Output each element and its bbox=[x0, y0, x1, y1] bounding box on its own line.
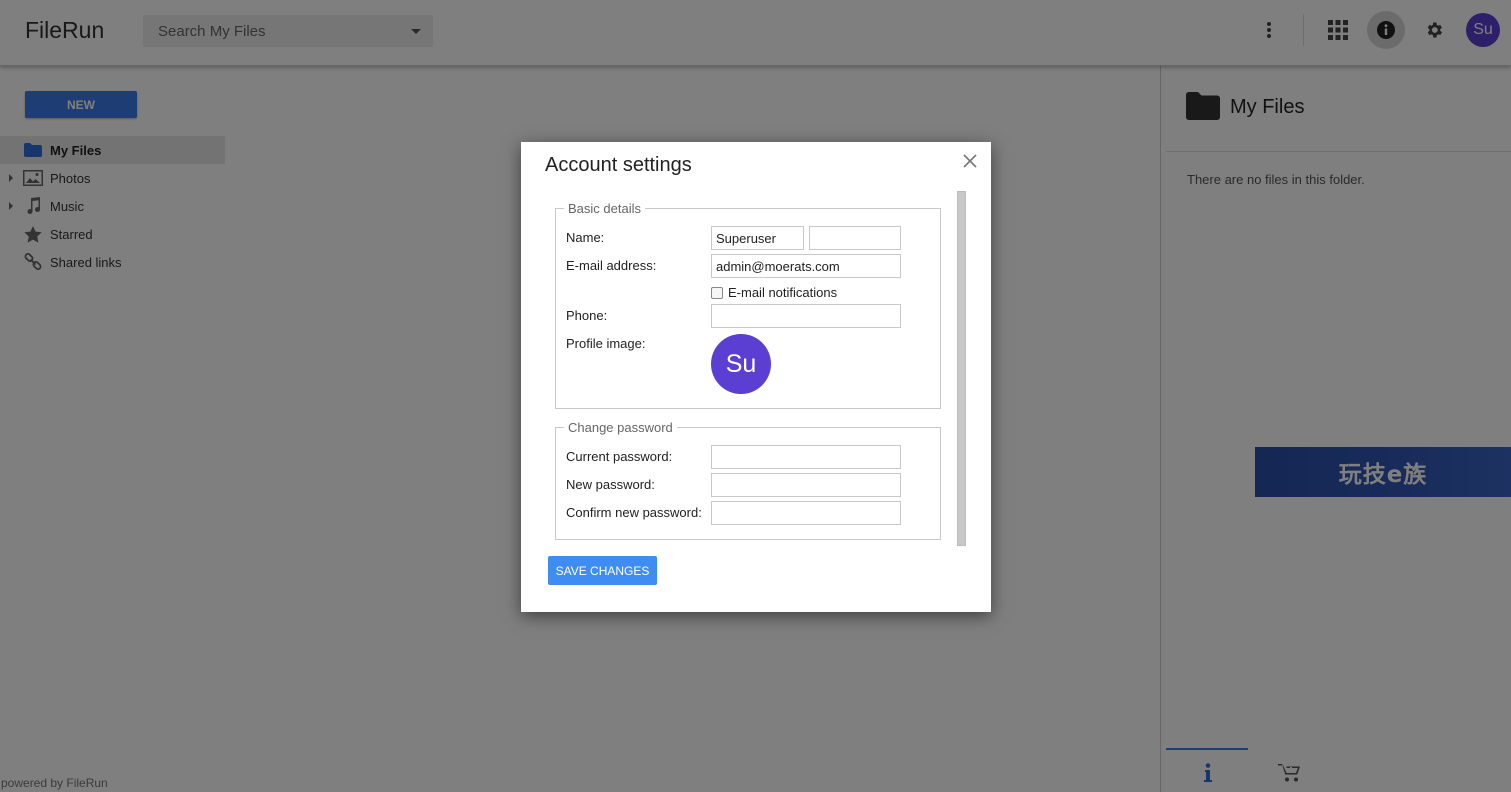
new-password-field[interactable] bbox=[711, 473, 901, 497]
email-field[interactable] bbox=[711, 254, 901, 278]
current-password-label: Current password: bbox=[566, 449, 673, 464]
email-notifications-checkbox[interactable] bbox=[711, 287, 723, 299]
email-label: E-mail address: bbox=[566, 258, 657, 273]
email-notifications-label[interactable]: E-mail notifications bbox=[728, 285, 837, 300]
confirm-password-field[interactable] bbox=[711, 501, 901, 525]
account-settings-dialog: Account settings Basic details Name: E-m… bbox=[521, 142, 991, 612]
new-password-label: New password: bbox=[566, 477, 655, 492]
basic-details-legend: Basic details bbox=[568, 201, 641, 216]
phone-label: Phone: bbox=[566, 308, 608, 323]
profile-image-avatar[interactable]: Su bbox=[711, 334, 771, 394]
current-password-field[interactable] bbox=[711, 445, 901, 469]
name-label: Name: bbox=[566, 230, 605, 245]
change-password-legend: Change password bbox=[568, 420, 673, 435]
confirm-password-label: Confirm new password: bbox=[566, 505, 702, 520]
profile-image-label: Profile image: bbox=[566, 336, 646, 351]
dialog-title: Account settings bbox=[545, 154, 692, 176]
dialog-scrollbar[interactable] bbox=[957, 191, 966, 546]
close-icon[interactable] bbox=[961, 152, 979, 170]
last-name-field[interactable] bbox=[809, 226, 901, 250]
first-name-field[interactable] bbox=[711, 226, 804, 250]
save-changes-button[interactable]: SAVE CHANGES bbox=[548, 556, 657, 585]
phone-field[interactable] bbox=[711, 304, 901, 328]
